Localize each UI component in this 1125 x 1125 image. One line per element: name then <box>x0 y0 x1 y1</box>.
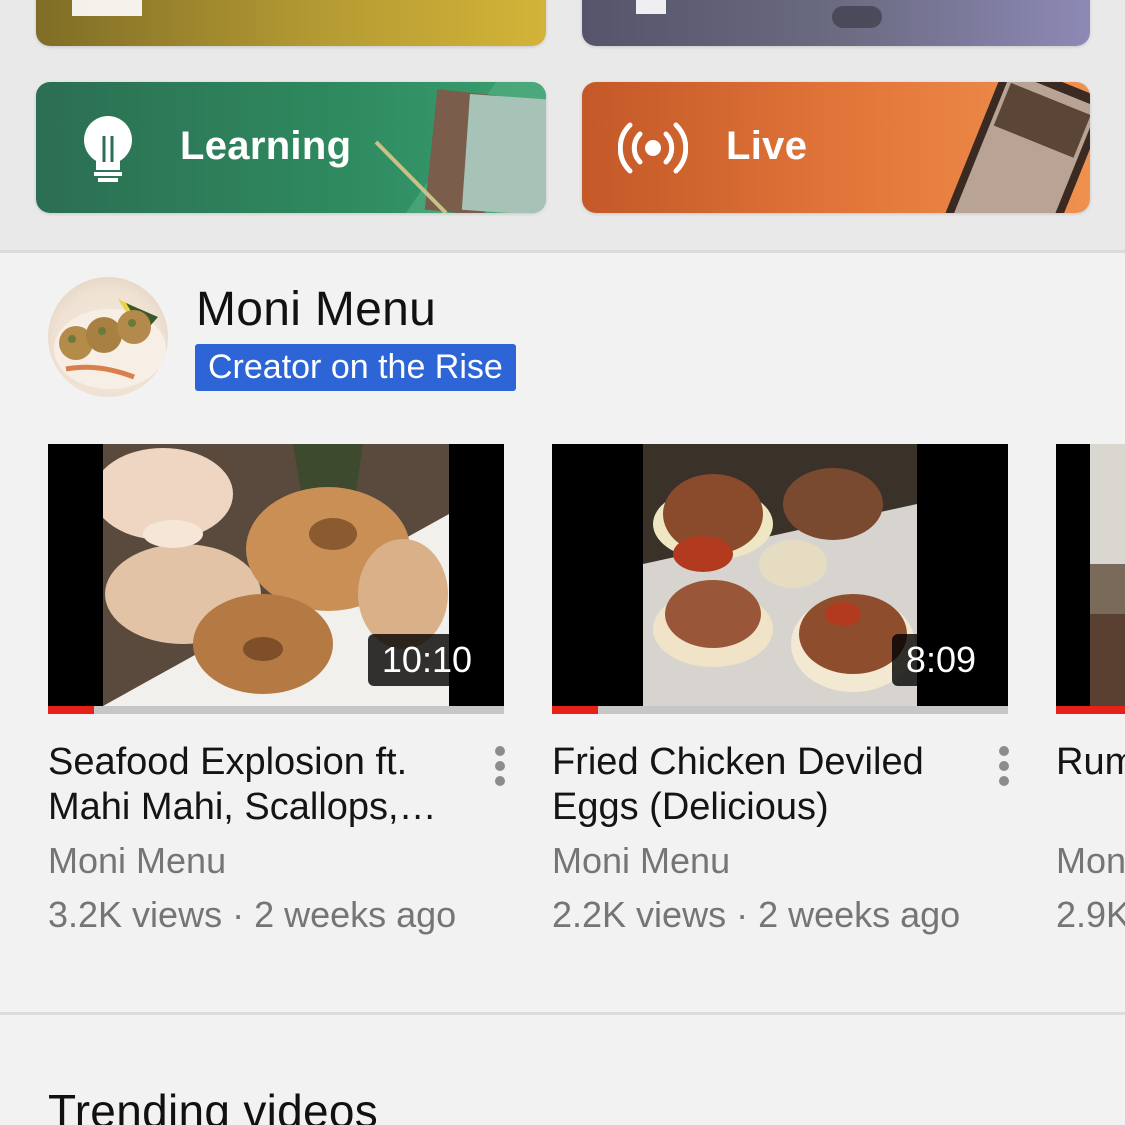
video-title[interactable]: Rum Pud <box>1056 740 1125 785</box>
category-label-learning: Learning <box>180 124 352 168</box>
gaming-icon <box>72 0 142 16</box>
video-duration: 8:09 <box>891 634 990 686</box>
sunglasses-decoration <box>832 6 882 28</box>
creator-name[interactable]: Moni Menu <box>196 282 436 337</box>
fashion-icon <box>636 0 666 14</box>
more-options-icon[interactable] <box>488 744 512 788</box>
video-thumbnail[interactable] <box>1056 444 1125 714</box>
video-thumbnail[interactable]: 10:10 <box>48 444 504 714</box>
video-duration: 10:10 <box>367 634 486 686</box>
thumbnail-image <box>1090 444 1125 706</box>
category-card-live[interactable]: Live <box>582 82 1090 213</box>
category-card-learning[interactable]: Learning <box>36 82 546 213</box>
creator-avatar[interactable] <box>48 277 168 397</box>
video-title[interactable]: Fried Chicken Deviled Eggs (Delicious) <box>552 740 952 830</box>
category-card-gaming[interactable] <box>36 0 546 46</box>
food-plate-image <box>54 299 166 389</box>
watch-progress-fill <box>48 706 94 714</box>
video-meta: 2.2K views · 2 weeks ago <box>552 894 961 935</box>
thumbnail-image <box>643 444 917 706</box>
category-area: Learning Live <box>0 0 1125 250</box>
watch-progress-fill <box>1056 706 1125 714</box>
category-card-fashion[interactable] <box>582 0 1090 46</box>
video-channel[interactable]: Moni Menu <box>48 840 226 882</box>
section-title-trending: Trending videos <box>48 1085 379 1125</box>
divider <box>0 250 1125 253</box>
watch-progress <box>48 706 504 714</box>
lightbulb-icon <box>84 116 132 182</box>
video-meta: 3.2K views · 2 weeks ago <box>48 894 457 935</box>
video-thumbnail[interactable]: 8:09 <box>552 444 1008 714</box>
video-meta: 2.9K <box>1056 894 1125 935</box>
video-title[interactable]: Seafood Explosion ft. Mahi Mahi, Scallop… <box>48 740 448 830</box>
video-channel[interactable]: Moni Menu <box>552 840 730 882</box>
more-options-icon[interactable] <box>992 744 1016 788</box>
category-label-live: Live <box>726 124 808 168</box>
watch-progress <box>552 706 1008 714</box>
live-broadcast-icon <box>618 122 688 174</box>
phone-decoration <box>940 82 1090 213</box>
divider <box>0 1012 1125 1015</box>
video-channel[interactable]: Mon <box>1056 840 1125 882</box>
watch-progress <box>1056 706 1125 714</box>
creator-badge: Creator on the Rise <box>195 344 516 391</box>
home-feed: Learning Live Moni Menu Creator on the R… <box>0 0 1125 1125</box>
watch-progress-fill <box>552 706 598 714</box>
notebook-decoration <box>374 82 546 213</box>
